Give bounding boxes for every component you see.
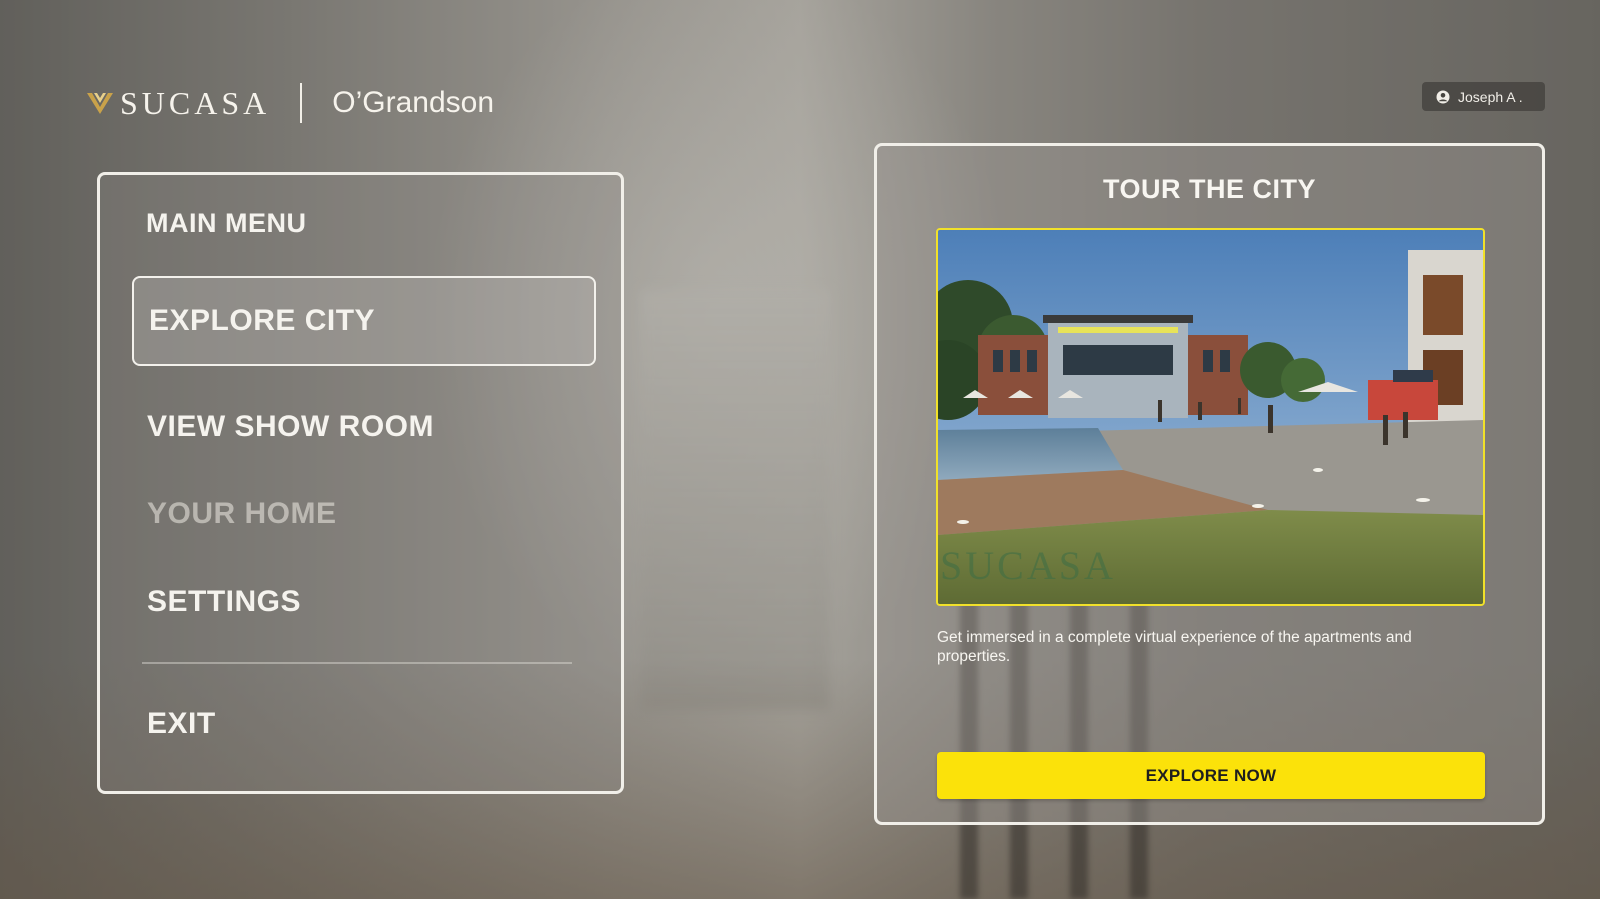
brand-logo: SUCASA <box>86 85 270 122</box>
user-circle-icon <box>1436 90 1450 103</box>
menu-item-label: YOUR HOME <box>147 497 337 530</box>
user-account-button[interactable]: Joseph A . <box>1422 82 1545 111</box>
menu-item-settings[interactable]: SETTINGS <box>132 557 596 647</box>
project-name: O’Grandson <box>332 86 495 119</box>
menu-item-label: EXIT <box>147 707 216 740</box>
menu-item-exit[interactable]: EXIT <box>132 679 596 769</box>
city-preview-image: SUCASA <box>936 228 1485 606</box>
explore-now-button[interactable]: EXPLORE NOW <box>937 752 1485 799</box>
menu-item-label: SETTINGS <box>147 585 302 618</box>
menu-item-label: VIEW SHOW ROOM <box>147 410 434 443</box>
menu-item-view-show-room[interactable]: VIEW SHOW ROOM <box>132 382 596 472</box>
brand-separator <box>300 83 303 123</box>
menu-item-your-home[interactable]: YOUR HOME <box>132 469 596 559</box>
tour-title: TOUR THE CITY <box>1102 174 1316 204</box>
user-name: Joseph A . <box>1458 88 1523 105</box>
menu-item-label: EXPLORE CITY <box>149 304 376 337</box>
sucasa-chevron-logo-icon <box>87 93 113 114</box>
main-menu-panel: MAIN MENU EXPLORE CITY VIEW SHOW ROOM YO… <box>97 172 624 794</box>
brand-header: SUCASA O’Grandson <box>86 80 494 126</box>
menu-divider <box>142 662 572 664</box>
menu-title: MAIN MENU <box>146 208 307 238</box>
tour-description: Get immersed in a complete virtual exper… <box>937 629 1412 665</box>
brand-name: SUCASA <box>120 84 271 121</box>
tour-city-panel: TOUR THE CITY SUCASA Get immersed in a c… <box>874 143 1545 825</box>
menu-item-explore-city[interactable]: EXPLORE CITY <box>132 276 596 366</box>
image-watermark: SUCASA <box>940 543 1116 588</box>
